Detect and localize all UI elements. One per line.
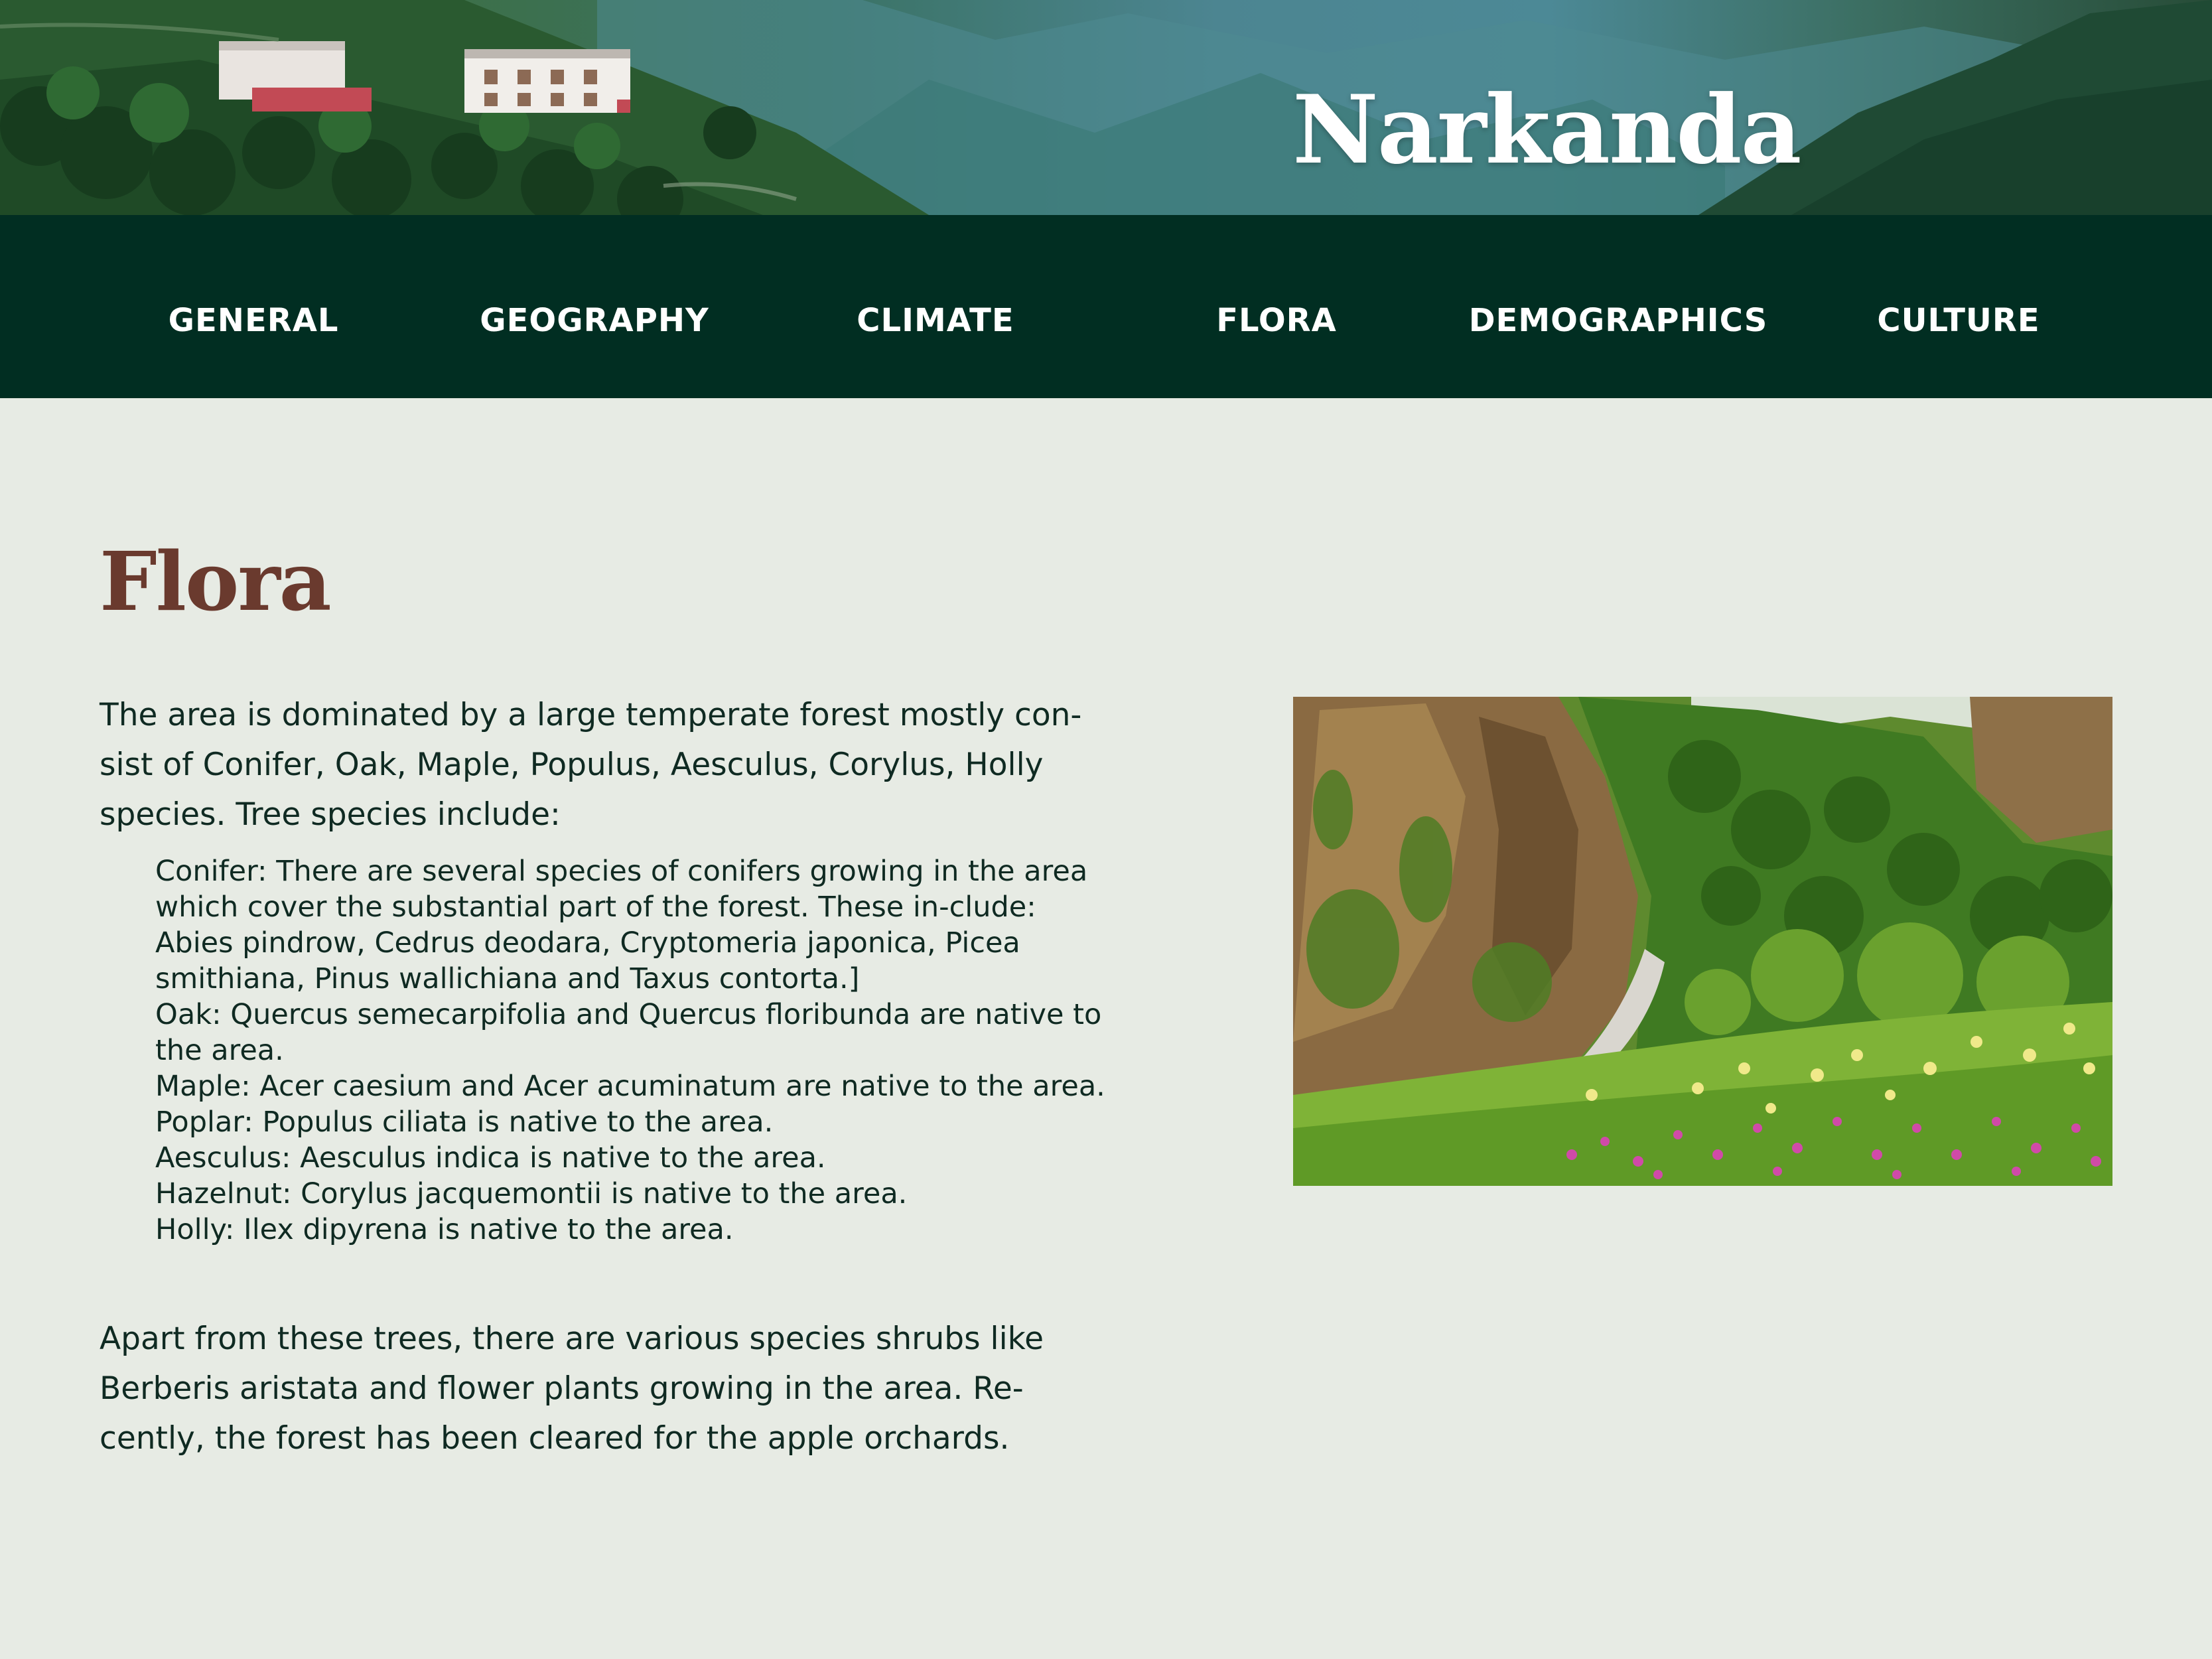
nav-item-climate[interactable]: CLIMATE (857, 302, 1014, 339)
mountain-landscape-image (0, 0, 2212, 215)
page-title: Flora (100, 534, 332, 629)
list-item: Conifer: There are several species of co… (155, 855, 1088, 995)
list-item: Oak: Quercus semecarpifolia and Quercus … (155, 998, 1102, 1067)
outro-paragraph: Apart from these trees, there are variou… (100, 1321, 1044, 1457)
nav-item-demographics[interactable]: DEMOGRAPHICS (1469, 302, 1768, 339)
nav-item-culture[interactable]: CULTURE (1877, 302, 2039, 339)
main-nav: GENERAL GEOGRAPHY CLIMATE FLORA DEMOGRAP… (0, 215, 2212, 398)
valley-flowers-photo (1293, 697, 2112, 1186)
nav-item-geography[interactable]: GEOGRAPHY (480, 302, 709, 339)
hero-banner: Narkanda (0, 0, 2212, 215)
nav-item-flora[interactable]: FLORA (1216, 302, 1337, 339)
intro-paragraph: The area is dominated by a large tempera… (100, 697, 1082, 833)
list-item: Holly: Ilex dipyrena is native to the ar… (155, 1213, 734, 1246)
list-item: Maple: Acer caesium and Acer acuminatum … (155, 1070, 1105, 1103)
list-item: Hazelnut: Corylus jacquemontii is native… (155, 1177, 908, 1210)
list-item: Aesculus: Aesculus indica is native to t… (155, 1141, 826, 1175)
list-item: Poplar: Populus ciliata is native to the… (155, 1106, 774, 1139)
species-list: Conifer: There are several species of co… (155, 853, 1111, 1248)
site-title: Narkanda (1292, 75, 1802, 185)
nav-item-general[interactable]: GENERAL (169, 302, 339, 339)
